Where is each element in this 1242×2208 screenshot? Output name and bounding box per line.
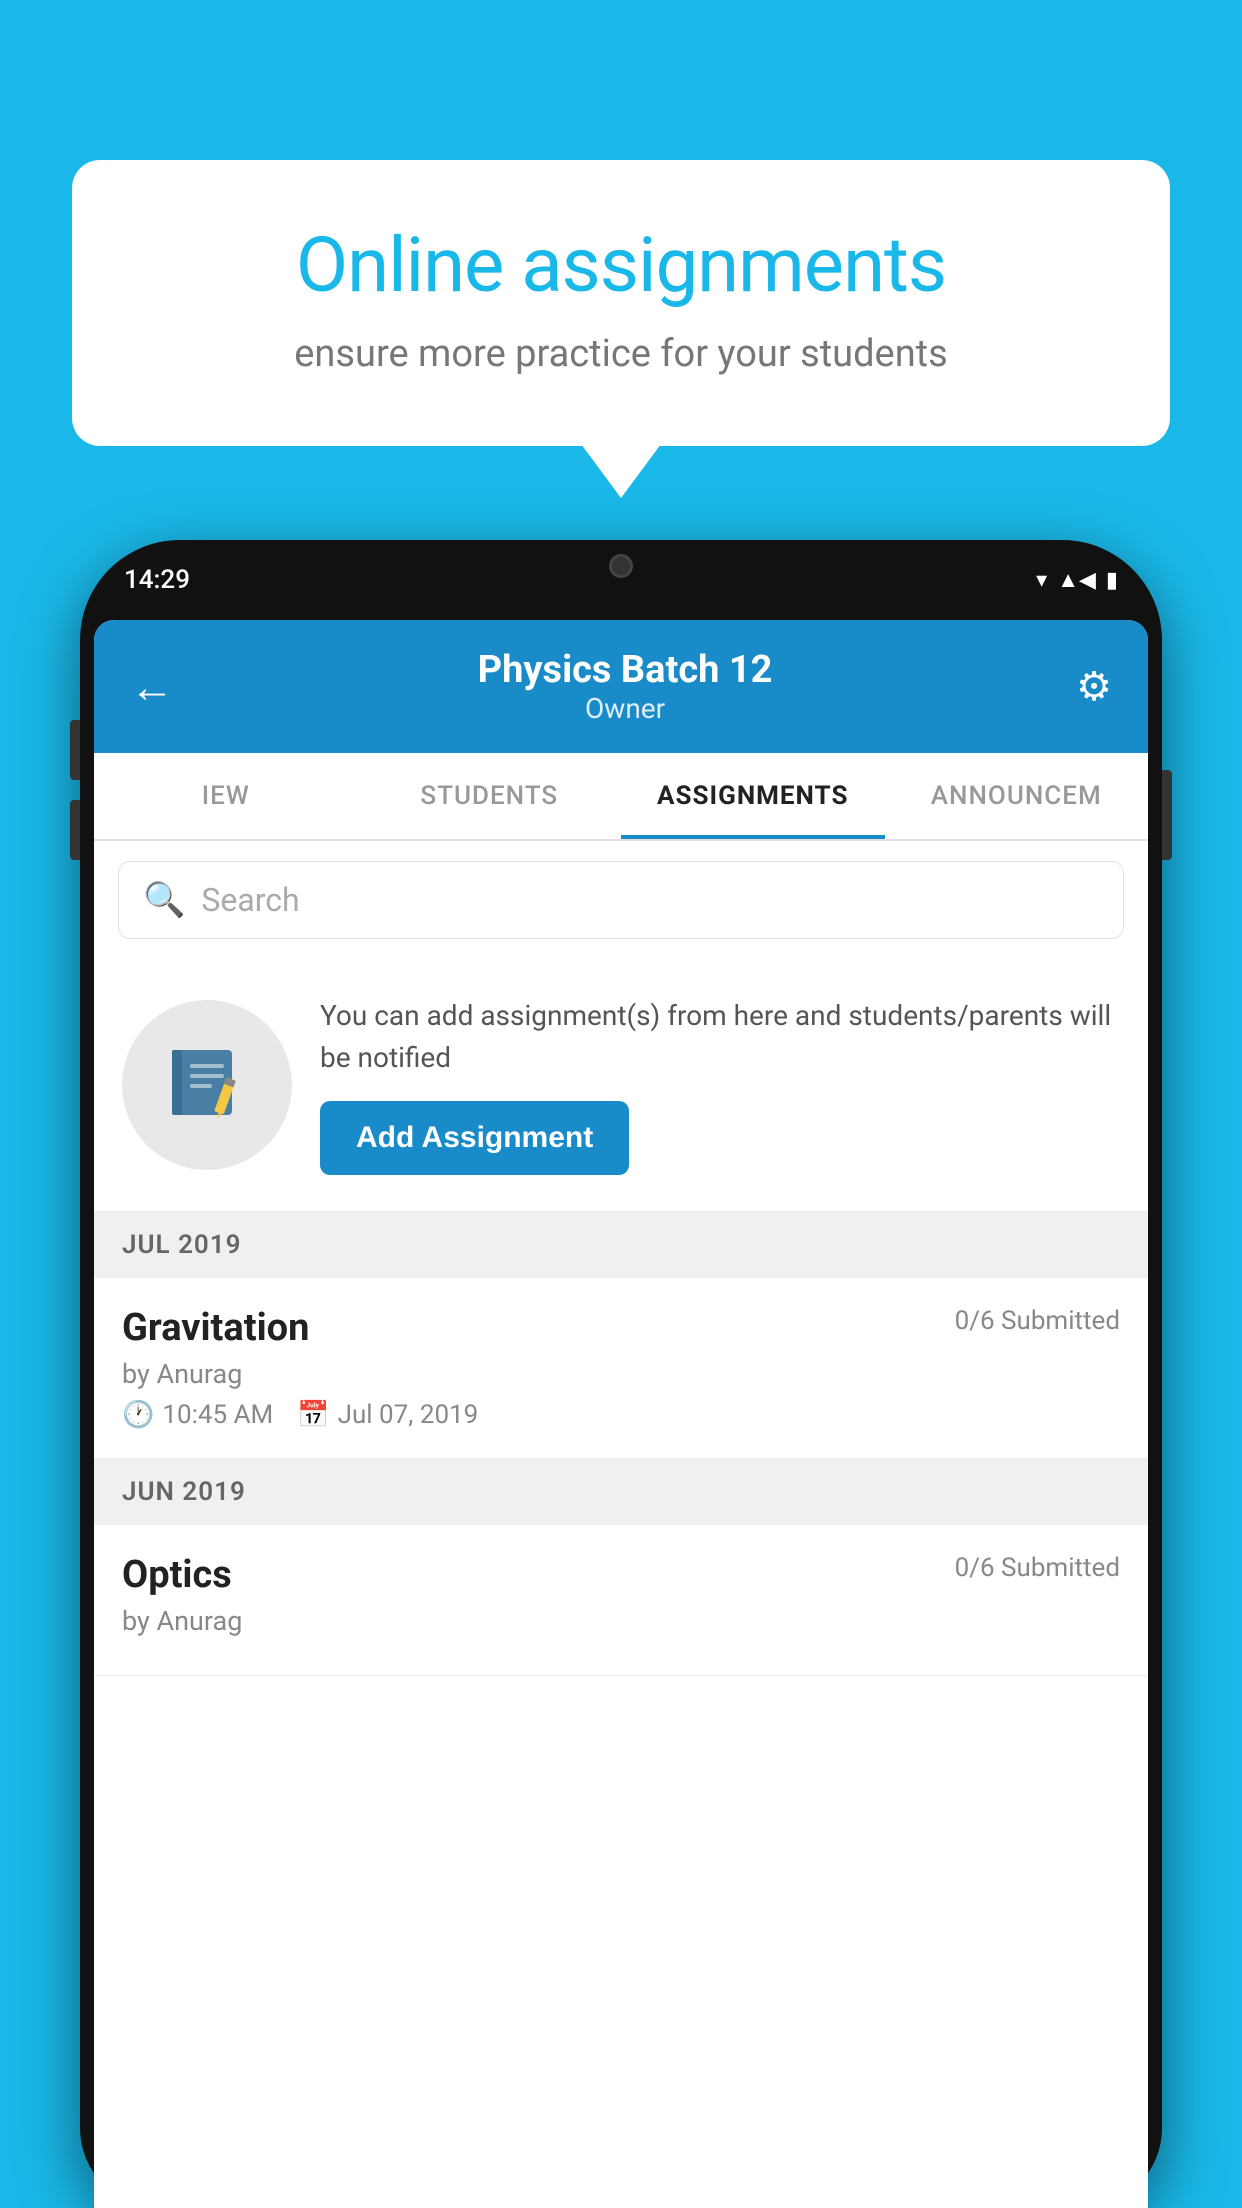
status-icons: ▾ ▲◀ ▮ <box>1036 567 1118 593</box>
month-header-jun: JUN 2019 <box>94 1459 1148 1525</box>
search-icon: 🔍 <box>143 880 185 920</box>
assignment-header-row: Gravitation 0/6 Submitted <box>122 1306 1120 1350</box>
app-header: ← Physics Batch 12 Owner ⚙ <box>94 620 1148 753</box>
add-assignment-button[interactable]: Add Assignment <box>320 1101 629 1175</box>
speech-bubble-subtitle: ensure more practice for your students <box>142 332 1100 376</box>
assignment-time: 10:45 AM <box>162 1400 273 1430</box>
phone-frame: 14:29 ▾ ▲◀ ▮ ← Physics Batch 12 Owner ⚙ … <box>80 540 1162 2208</box>
settings-icon[interactable]: ⚙ <box>1076 663 1112 710</box>
back-button[interactable]: ← <box>130 661 174 713</box>
volume-down-button[interactable] <box>70 800 80 860</box>
volume-up-button[interactable] <box>70 720 80 780</box>
assignment-date: Jul 07, 2019 <box>338 1400 479 1430</box>
tabs-bar: IEW STUDENTS ASSIGNMENTS ANNOUNCEM <box>94 753 1148 841</box>
promo-section: You can add assignment(s) from here and … <box>94 959 1148 1212</box>
assignment-meta: 🕐 10:45 AM 📅 Jul 07, 2019 <box>122 1400 1120 1430</box>
speech-bubble-title: Online assignments <box>142 220 1100 310</box>
status-time: 14:29 <box>124 565 190 595</box>
assignment-item-gravitation[interactable]: Gravitation 0/6 Submitted by Anurag 🕐 10… <box>94 1278 1148 1459</box>
assignment-header-row-optics: Optics 0/6 Submitted <box>122 1553 1120 1597</box>
clock-icon: 🕐 <box>122 1400 154 1430</box>
promo-icon-circle <box>122 1000 292 1170</box>
speech-bubble-card: Online assignments ensure more practice … <box>72 160 1170 446</box>
promo-content: You can add assignment(s) from here and … <box>320 995 1120 1175</box>
front-camera <box>609 554 633 578</box>
meta-date: 📅 Jul 07, 2019 <box>297 1400 478 1430</box>
assignment-item-optics[interactable]: Optics 0/6 Submitted by Anurag <box>94 1525 1148 1676</box>
search-container: 🔍 Search <box>94 841 1148 959</box>
assignment-submitted-optics: 0/6 Submitted <box>955 1553 1120 1583</box>
signal-icon: ▲◀ <box>1057 567 1096 593</box>
batch-subtitle: Owner <box>478 692 773 725</box>
tab-iew[interactable]: IEW <box>94 753 358 839</box>
wifi-icon: ▾ <box>1036 568 1047 593</box>
promo-description: You can add assignment(s) from here and … <box>320 995 1120 1079</box>
status-bar: 14:29 ▾ ▲◀ ▮ <box>80 540 1162 620</box>
phone-notch <box>561 540 681 592</box>
phone-screen: ← Physics Batch 12 Owner ⚙ IEW STUDENTS … <box>94 620 1148 2208</box>
calendar-icon: 📅 <box>297 1400 329 1430</box>
month-header-jul: JUL 2019 <box>94 1212 1148 1278</box>
tab-announcements[interactable]: ANNOUNCEM <box>885 753 1149 839</box>
batch-title: Physics Batch 12 <box>478 648 773 692</box>
assignment-author: by Anurag <box>122 1358 1120 1390</box>
assignment-submitted: 0/6 Submitted <box>955 1306 1120 1336</box>
search-placeholder: Search <box>201 881 299 919</box>
notebook-icon <box>162 1040 252 1130</box>
assignment-title: Gravitation <box>122 1306 309 1350</box>
tab-assignments[interactable]: ASSIGNMENTS <box>621 753 885 839</box>
tab-students[interactable]: STUDENTS <box>358 753 622 839</box>
meta-time: 🕐 10:45 AM <box>122 1400 273 1430</box>
assignment-title-optics: Optics <box>122 1553 232 1597</box>
header-center: Physics Batch 12 Owner <box>478 648 773 725</box>
battery-icon: ▮ <box>1106 568 1118 593</box>
assignment-author-optics: by Anurag <box>122 1605 1120 1637</box>
power-button[interactable] <box>1162 770 1172 860</box>
search-bar[interactable]: 🔍 Search <box>118 861 1124 939</box>
